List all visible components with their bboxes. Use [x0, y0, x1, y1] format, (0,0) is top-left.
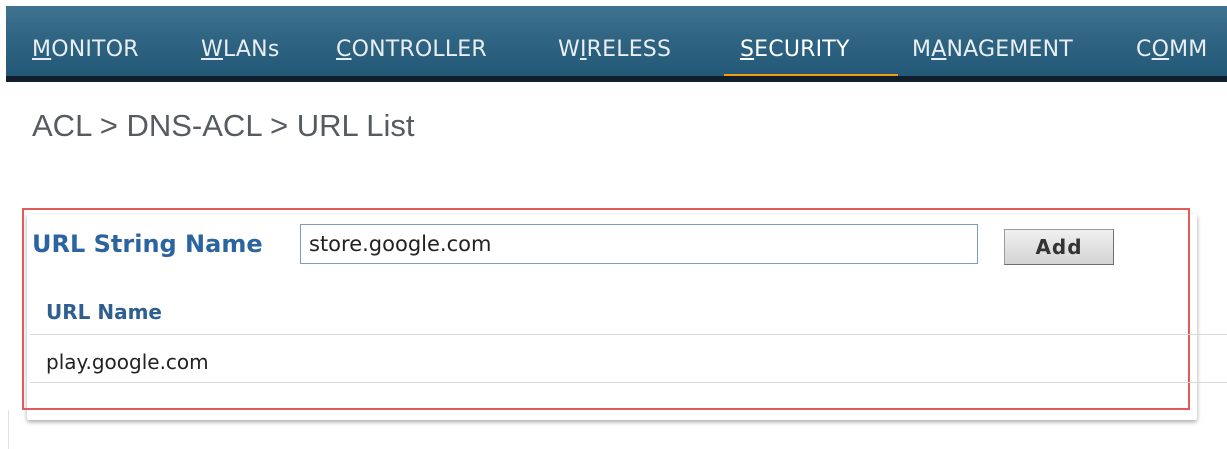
nav-item-management-rest: NAGEMENT — [946, 37, 1073, 62]
row-divider — [30, 382, 1227, 383]
nav-item-wlans-rest: LANs — [222, 37, 280, 62]
top-nav-bar: MONITOR WLANs CONTROLLER WIRELESS SECURI… — [6, 6, 1227, 82]
nav-item-security-rest: ECURITY — [754, 37, 850, 62]
left-edge-line — [8, 410, 9, 449]
nav-item-wlans[interactable]: WLANs — [201, 6, 279, 76]
nav-item-wireless[interactable]: WIRELESS — [558, 6, 671, 76]
header-divider — [30, 334, 1227, 335]
add-button[interactable]: Add — [1004, 229, 1114, 265]
url-name-column-header: URL Name — [46, 300, 162, 324]
nav-item-commands-pre: C — [1136, 37, 1152, 62]
nav-item-commands[interactable]: COMM — [1136, 6, 1207, 76]
page: MONITOR WLANs CONTROLLER WIRELESS SECURI… — [0, 0, 1227, 449]
table-row-url-name[interactable]: play.google.com — [46, 350, 209, 374]
nav-item-security[interactable]: SECURITY — [740, 6, 850, 76]
breadcrumb: ACL > DNS-ACL > URL List — [32, 108, 415, 143]
nav-item-management[interactable]: MANAGEMENT — [912, 6, 1073, 76]
nav-item-commands-rest: MM — [1169, 37, 1208, 62]
nav-item-controller-rest: ONTROLLER — [351, 37, 487, 62]
nav-item-wireless-pre: W — [558, 37, 580, 62]
nav-item-management-pre: M — [912, 37, 932, 62]
nav-item-wireless-rest: RELESS — [586, 37, 672, 62]
nav-item-monitor-rest: ONITOR — [51, 37, 139, 62]
url-string-name-input[interactable] — [300, 224, 978, 264]
nav-item-controller[interactable]: CONTROLLER — [336, 6, 487, 76]
nav-item-monitor[interactable]: MONITOR — [32, 6, 139, 76]
url-string-name-label: URL String Name — [32, 230, 263, 258]
active-tab-indicator — [724, 74, 898, 76]
